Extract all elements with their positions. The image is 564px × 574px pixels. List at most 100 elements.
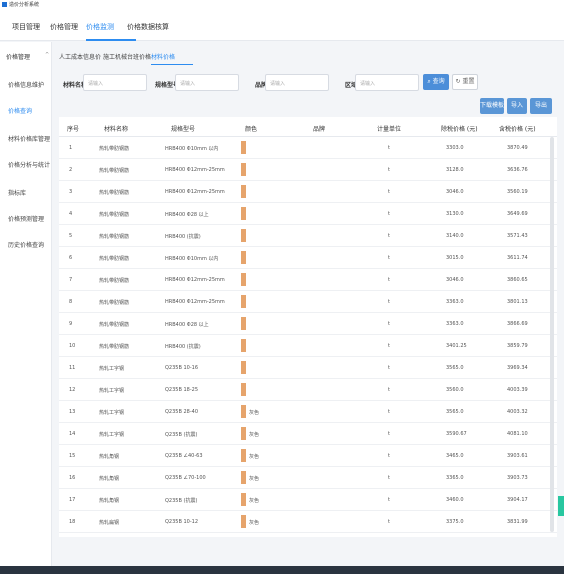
cell-name: 热轧角钢 [99,498,120,504]
export-button[interactable]: 导出 [530,98,552,114]
cell-price-in: 3904.17 [507,497,528,503]
sidebar-item-forecast[interactable]: 价格预测管理 [8,214,44,223]
cell-spec: Q235B 18-25 [165,387,199,393]
nav-tab-price-calc[interactable]: 价格数据核算 [127,22,169,32]
brand-input[interactable]: 请输入 [265,74,329,91]
taskbar [0,566,564,574]
subtab-material[interactable]: 材料价格 [151,52,175,61]
cell-name: 热轧工字钢 [99,432,125,438]
table-row[interactable]: 2 热轧带肋钢筋 HRB400 Φ12mm-25mm t 3128.0 3636.76 [59,159,557,181]
cell-price-ex: 3015.0 [446,255,464,261]
price-table: 序号 材料名称 规格型号 颜色 品牌 计量单位 除税价格 (元) 含税价格 (元… [59,117,557,537]
table-row[interactable]: 1 热轧带肋钢筋 HRB400 Φ10mm 以内 t 3303.0 3870.49 [59,137,557,159]
cell-color: 灰色 [249,520,260,526]
cell-price-in: 3860.65 [507,277,528,283]
cell-name: 热轧带肋钢筋 [99,278,130,284]
floating-help-button[interactable] [558,496,564,516]
table-row[interactable]: 8 热轧带肋钢筋 HRB400 Φ12mm-25mm t 3363.0 3801.13 [59,291,557,313]
search-button[interactable]: ⌕ 查询 [423,74,449,90]
cell-no: 9 [69,321,73,327]
top-nav: 项目管理 价格管理 价格监测 价格数据核算 [0,9,564,41]
col-price-ex: 除税价格 (元) [441,126,478,133]
cell-price-in: 3571.43 [507,233,528,239]
cell-no: 11 [69,365,76,371]
cell-price-ex: 3140.0 [446,233,464,239]
cell-unit: t [388,365,390,371]
nav-tab-project[interactable]: 项目管理 [12,22,40,32]
cell-spec: HRB400 (抗震) [165,344,201,350]
sidebar: 价格管理 ^ 价格信息维护 价格查询 材料价格库管理 价格分析与统计 指标库 价… [0,42,52,574]
color-swatch [241,471,246,484]
download-template-button[interactable]: 下载模板 [480,98,504,114]
table-row[interactable]: 15 热轧角钢 Q235B ∠40-63 灰色 t 3465.0 3903.61 [59,445,557,467]
subtab-underline [151,64,193,65]
table-row[interactable]: 18 热轧扁钢 Q235B 10-12 灰色 t 3375.0 3831.99 [59,511,557,533]
subtab-labor[interactable]: 人工成本信息价 [59,52,101,61]
color-swatch [241,361,246,374]
cell-spec: Q235B (抗震) [165,432,198,438]
table-row[interactable]: 12 热轧工字钢 Q235B 18-25 t 3560.0 4003.39 [59,379,557,401]
sidebar-item-history[interactable]: 历史价格查询 [8,240,44,249]
import-button[interactable]: 导入 [507,98,527,114]
cell-price-in: 3903.61 [507,453,528,459]
cell-spec: Q235B ∠40-63 [165,453,203,459]
cell-name: 热轧带肋钢筋 [99,212,130,218]
table-row[interactable]: 6 热轧带肋钢筋 HRB400 Φ10mm 以内 t 3015.0 3611.74 [59,247,557,269]
cell-name: 热轧带肋钢筋 [99,168,130,174]
cell-name: 热轧工字钢 [99,410,125,416]
cell-no: 2 [69,167,73,173]
cell-price-in: 3649.69 [507,211,528,217]
table-row[interactable]: 17 热轧角钢 Q235B (抗震) 灰色 t 3460.0 3904.17 [59,489,557,511]
col-price-in: 含税价格 (元) [499,126,536,133]
spec-input[interactable]: 请输入 [175,74,239,91]
color-swatch [241,295,246,308]
sidebar-item-price-info[interactable]: 价格信息维护 [8,80,44,89]
cell-spec: HRB400 (抗震) [165,234,201,240]
table-row[interactable]: 4 热轧带肋钢筋 HRB400 Φ28 以上 t 3130.0 3649.69 [59,203,557,225]
material-name-input[interactable]: 请输入 [83,74,147,91]
table-row[interactable]: 3 热轧带肋钢筋 HRB400 Φ12mm-25mm t 3046.0 3560.19 [59,181,557,203]
cell-name: 热轧带肋钢筋 [99,300,130,306]
cell-color: 灰色 [249,454,260,460]
color-swatch [241,163,246,176]
nav-tab-price-manage[interactable]: 价格管理 [50,22,78,32]
color-swatch [241,427,246,440]
reset-button[interactable]: ↻ 重置 [452,74,478,90]
cell-price-ex: 3130.0 [446,211,464,217]
table-row[interactable]: 10 热轧带肋钢筋 HRB400 (抗震) t 3401.25 3859.79 [59,335,557,357]
cell-name: 热轧工字钢 [99,388,125,394]
cell-price-ex: 3460.0 [446,497,464,503]
table-row[interactable]: 11 热轧工字钢 Q235B 10-16 t 3565.0 3969.34 [59,357,557,379]
cell-unit: t [388,475,390,481]
table-row[interactable]: 5 热轧带肋钢筋 HRB400 (抗震) t 3140.0 3571.43 [59,225,557,247]
sidebar-item-analysis[interactable]: 价格分析与统计 [8,160,50,169]
cell-price-ex: 3565.0 [446,365,464,371]
cell-price-ex: 3401.25 [446,343,467,349]
table-row[interactable]: 13 热轧工字钢 Q235B 28-40 灰色 t 3565.0 4003.32 [59,401,557,423]
sidebar-item-price-query[interactable]: 价格查询 [8,106,32,115]
subtab-machinery[interactable]: 施工机械台班价格 [103,52,151,61]
table-row[interactable]: 9 热轧带肋钢筋 HRB400 Φ28 以上 t 3363.0 3866.69 [59,313,557,335]
region-input[interactable]: 请输入 [355,74,419,91]
cell-spec: HRB400 Φ28 以上 [165,322,209,328]
table-row[interactable]: 7 热轧带肋钢筋 HRB400 Φ12mm-25mm t 3046.0 3860.65 [59,269,557,291]
cell-unit: t [388,167,390,173]
cell-unit: t [388,255,390,261]
cell-price-ex: 3046.0 [446,189,464,195]
cell-price-in: 4003.32 [507,409,528,415]
sidebar-item-index[interactable]: 指标库 [8,188,26,197]
cell-spec: Q235B (抗震) [165,498,198,504]
sidebar-item-material-lib[interactable]: 材料价格库管理 [8,134,50,143]
table-row[interactable]: 14 热轧工字钢 Q235B (抗震) 灰色 t 3590.67 4081.10 [59,423,557,445]
cell-price-in: 3611.74 [507,255,528,261]
cell-no: 6 [69,255,73,261]
cell-name: 热轧带肋钢筋 [99,234,130,240]
chevron-up-icon[interactable]: ^ [45,52,49,58]
cell-price-ex: 3128.0 [446,167,464,173]
cell-name: 热轧扁钢 [99,520,120,526]
color-swatch [241,383,246,396]
table-scrollbar[interactable] [550,137,554,532]
nav-tab-price-monitor[interactable]: 价格监测 [86,22,114,32]
sidebar-group-price[interactable]: 价格管理 [6,52,30,61]
table-row[interactable]: 16 热轧角钢 Q235B ∠70-100 灰色 t 3365.0 3903.73 [59,467,557,489]
